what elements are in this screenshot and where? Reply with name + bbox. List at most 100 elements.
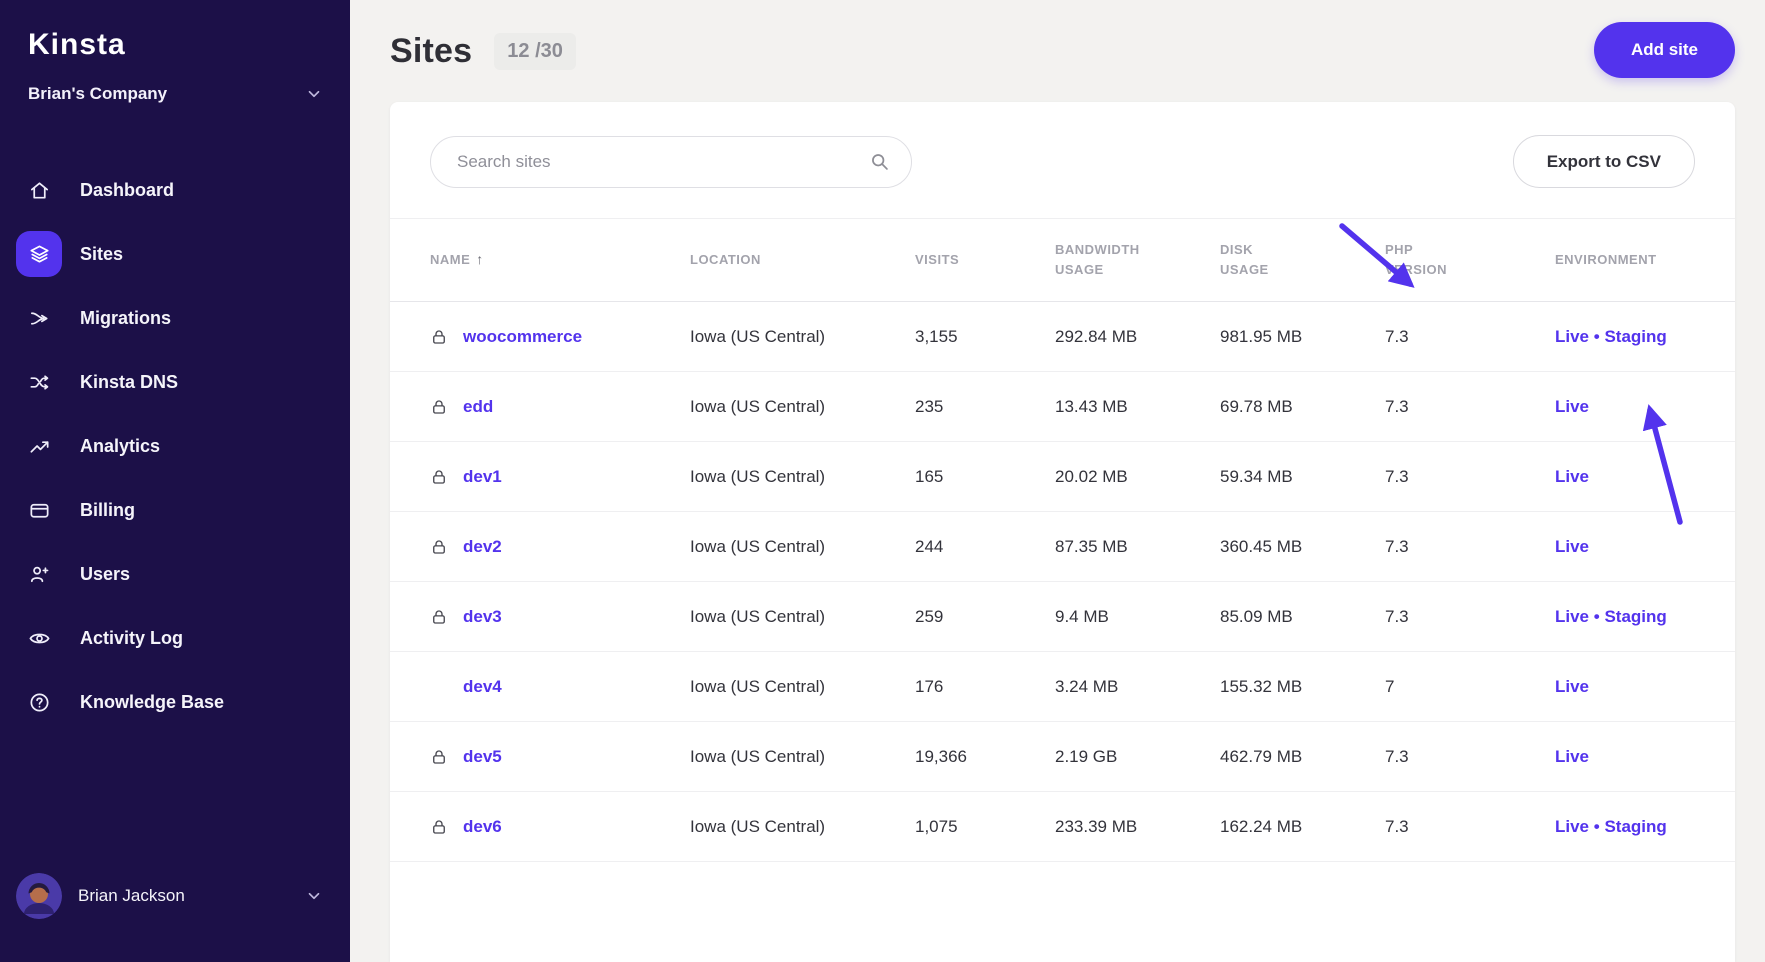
column-header-bandwidth-usage[interactable]: BANDWIDTH USAGE — [1055, 240, 1220, 280]
sidebar-item-label: Activity Log — [80, 627, 184, 648]
kinsta-logo[interactable]: Kinsta — [0, 22, 350, 64]
site-name-link[interactable]: dev4 — [463, 677, 502, 697]
sidebar-item-migrations[interactable]: Migrations — [0, 286, 350, 350]
table-row: dev1 Iowa (US Central) 165 20.02 MB 59.34 MB… — [390, 442, 1735, 512]
site-name-link[interactable]: dev5 — [463, 747, 502, 767]
site-name-link[interactable]: woocommerce — [463, 327, 582, 347]
php-version-cell: 7.3 — [1385, 606, 1409, 626]
sidebar-item-users[interactable]: Users — [0, 542, 350, 606]
sidebar-item-activity-log[interactable]: Activity Log — [0, 606, 350, 670]
main-content: Sites 12 /30 Add site Export to CSV NAME… — [350, 0, 1765, 962]
env-staging-link[interactable]: Staging — [1604, 327, 1666, 346]
sites-count-badge: 12 /30 — [494, 32, 576, 70]
question-circle-icon — [16, 679, 62, 725]
chevron-down-icon — [304, 886, 324, 906]
env-separator: • — [1589, 326, 1605, 346]
lock-icon — [430, 748, 448, 766]
location-cell: Iowa (US Central) — [690, 606, 826, 626]
column-header-name[interactable]: NAME ↑ — [430, 249, 690, 271]
sidebar-item-label: Migrations — [80, 307, 172, 328]
env-live-link[interactable]: Live — [1555, 397, 1589, 416]
sidebar-item-kinsta-dns[interactable]: Kinsta DNS — [0, 350, 350, 414]
site-name-link[interactable]: dev2 — [463, 537, 502, 557]
user-menu[interactable]: Brian Jackson — [0, 868, 350, 924]
sidebar-item-knowledge-base[interactable]: Knowledge Base — [0, 670, 350, 734]
column-header-environment[interactable]: ENVIRONMENT — [1555, 250, 1695, 270]
company-selector[interactable]: Brian's Company — [0, 74, 350, 114]
visits-cell: 3,155 — [915, 326, 958, 346]
name-cell: dev5 — [430, 747, 690, 767]
sidebar-item-dashboard[interactable]: Dashboard — [0, 158, 350, 222]
name-cell: dev6 — [430, 817, 690, 837]
column-header-disk-usage[interactable]: DISK USAGE — [1220, 240, 1385, 280]
search-icon[interactable] — [869, 151, 890, 172]
sidebar-item-billing[interactable]: Billing — [0, 478, 350, 542]
php-version-cell: 7.3 — [1385, 326, 1409, 346]
bandwidth-cell: 20.02 MB — [1055, 466, 1128, 486]
env-live-link[interactable]: Live — [1555, 817, 1589, 836]
lock-icon — [430, 608, 448, 626]
eye-icon — [16, 615, 62, 661]
dns-icon — [16, 359, 62, 405]
env-staging-link[interactable]: Staging — [1604, 607, 1666, 626]
env-live-link[interactable]: Live — [1555, 677, 1589, 696]
column-label: LOCATION — [690, 251, 761, 267]
table-row: dev5 Iowa (US Central) 19,366 2.19 GB 462.79… — [390, 722, 1735, 792]
env-live-link[interactable]: Live — [1555, 537, 1589, 556]
search-input[interactable] — [430, 136, 912, 188]
php-version-cell: 7 — [1385, 676, 1395, 696]
environment-cell: Live — [1555, 747, 1695, 767]
export-csv-button[interactable]: Export to CSV — [1512, 135, 1695, 188]
column-label: NAME — [430, 252, 471, 268]
env-live-link[interactable]: Live — [1555, 467, 1589, 486]
site-name-link[interactable]: dev6 — [463, 817, 502, 837]
lock-icon — [430, 328, 448, 346]
env-live-link[interactable]: Live — [1555, 327, 1589, 346]
env-live-link[interactable]: Live — [1555, 747, 1589, 766]
name-cell: edd — [430, 397, 690, 417]
location-cell: Iowa (US Central) — [690, 536, 826, 556]
user-plus-icon — [16, 551, 62, 597]
table-row: dev6 Iowa (US Central) 1,075 233.39 MB 162.2… — [390, 792, 1735, 862]
bandwidth-cell: 292.84 MB — [1055, 326, 1138, 346]
sidebar-item-label: Users — [80, 563, 131, 584]
sort-asc-icon: ↑ — [476, 251, 484, 268]
disk-cell: 162.24 MB — [1220, 816, 1303, 836]
environment-cell: Live — [1555, 537, 1695, 557]
column-header-visits[interactable]: VISITS — [915, 250, 1055, 270]
name-cell: dev4 — [430, 677, 690, 697]
name-cell: dev2 — [430, 537, 690, 557]
sidebar: Kinsta Brian's Company Dashboard Sites Mig… — [0, 0, 350, 962]
column-header-php-version[interactable]: PHP VERSION — [1385, 240, 1555, 280]
column-header-location[interactable]: LOCATION — [690, 250, 915, 270]
site-name-link[interactable]: edd — [463, 397, 493, 417]
sidebar-nav: Dashboard Sites Migrations Kinsta DNS Analyt… — [0, 158, 350, 734]
name-cell: woocommerce — [430, 327, 690, 347]
name-cell: dev3 — [430, 607, 690, 627]
add-site-button[interactable]: Add site — [1593, 22, 1735, 78]
sidebar-item-sites[interactable]: Sites — [0, 222, 350, 286]
lock-icon — [430, 818, 448, 836]
php-version-cell: 7.3 — [1385, 746, 1409, 766]
location-cell: Iowa (US Central) — [690, 466, 826, 486]
sites-toolbar: Export to CSV — [390, 102, 1735, 218]
visits-cell: 259 — [915, 606, 944, 626]
visits-cell: 244 — [915, 536, 944, 556]
sidebar-item-label: Sites — [80, 243, 124, 264]
env-staging-link[interactable]: Staging — [1604, 817, 1666, 836]
site-name-link[interactable]: dev1 — [463, 467, 502, 487]
sites-card: Export to CSV NAME ↑ LOCATION VISITS BAND… — [390, 102, 1735, 962]
php-version-cell: 7.3 — [1385, 466, 1409, 486]
home-icon — [16, 167, 62, 213]
visits-cell: 176 — [915, 676, 944, 696]
site-name-link[interactable]: dev3 — [463, 607, 502, 627]
disk-cell: 360.45 MB — [1220, 536, 1303, 556]
sidebar-item-analytics[interactable]: Analytics — [0, 414, 350, 478]
bandwidth-cell: 9.4 MB — [1055, 606, 1109, 626]
table-row: dev3 Iowa (US Central) 259 9.4 MB 85.09 MB 7.… — [390, 582, 1735, 652]
disk-cell: 69.78 MB — [1220, 396, 1293, 416]
column-label: DISK USAGE — [1220, 241, 1269, 277]
env-live-link[interactable]: Live — [1555, 607, 1589, 626]
env-separator: • — [1589, 606, 1605, 626]
disk-cell: 59.34 MB — [1220, 466, 1293, 486]
